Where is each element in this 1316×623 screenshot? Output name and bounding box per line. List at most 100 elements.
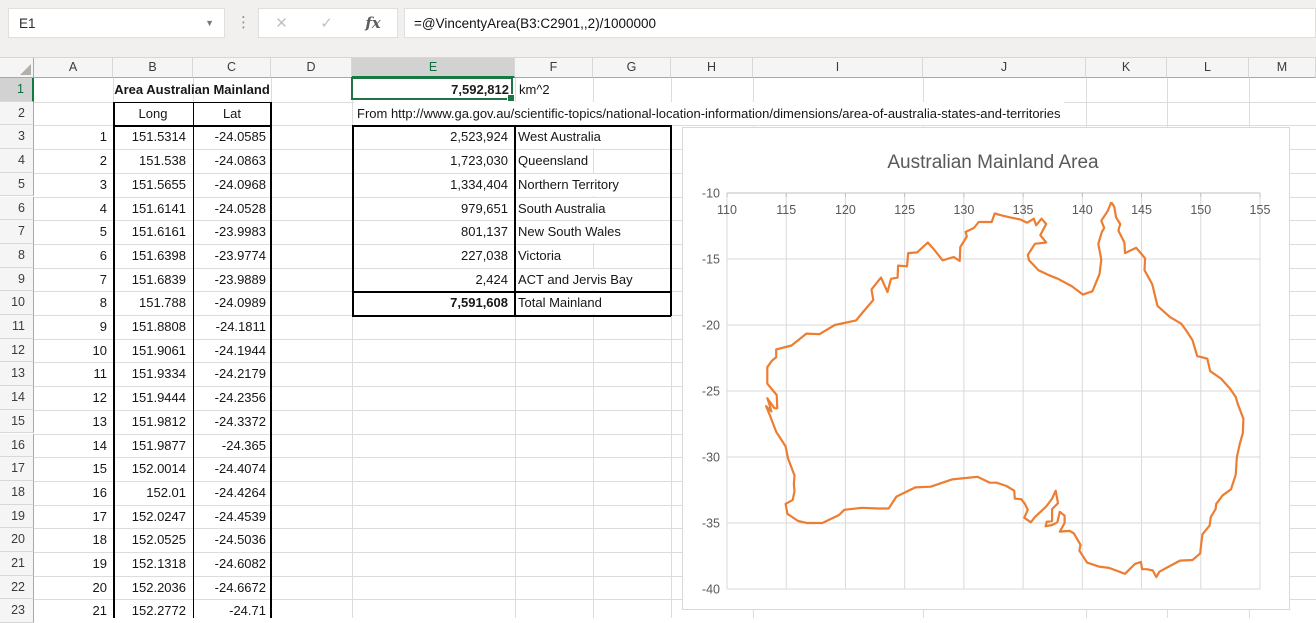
cell-a9-index[interactable]: 7 — [36, 268, 107, 292]
cell-c2-lat-header[interactable]: Lat — [193, 102, 271, 125]
cell-c14-lat[interactable]: -24.2356 — [195, 386, 266, 410]
name-box-dropdown-icon[interactable]: ▼ — [205, 18, 224, 28]
cell-a4-index[interactable]: 2 — [36, 149, 107, 173]
chart-series-coastline[interactable] — [766, 202, 1243, 577]
name-box[interactable]: E1 ▼ — [8, 8, 225, 38]
insert-function-icon[interactable]: fx — [365, 14, 380, 32]
formula-input[interactable]: =@VincentyArea(B3:C2901,,2)/1000000 — [404, 8, 1316, 38]
cell-c21-lat[interactable]: -24.6082 — [195, 552, 266, 576]
column-header-L[interactable]: L — [1167, 57, 1249, 78]
row-header-5[interactable]: 5 — [0, 173, 34, 197]
cell-c17-lat[interactable]: -24.4074 — [195, 457, 266, 481]
row-header-3[interactable]: 3 — [0, 125, 34, 149]
cell-e9-area-value[interactable]: 2,424 — [354, 268, 508, 292]
cell-f1-unit[interactable]: km^2 — [519, 78, 550, 101]
column-header-A[interactable]: A — [34, 57, 113, 78]
cell-b5-long[interactable]: 151.5655 — [115, 173, 186, 197]
row-header-7[interactable]: 7 — [0, 220, 34, 244]
cell-f8-area-label[interactable]: Victoria — [518, 245, 563, 267]
cell-f9-area-label[interactable]: ACT and Jervis Bay — [518, 269, 635, 291]
row-header-14[interactable]: 14 — [0, 386, 34, 410]
column-header-J[interactable]: J — [923, 57, 1086, 78]
cell-c20-lat[interactable]: -24.5036 — [195, 528, 266, 552]
cell-c23-lat[interactable]: -24.71 — [195, 599, 266, 623]
cell-c13-lat[interactable]: -24.2179 — [195, 362, 266, 386]
cancel-icon[interactable]: ✕ — [275, 14, 288, 32]
cell-f3-area-label[interactable]: West Australia — [518, 126, 603, 148]
row-header-15[interactable]: 15 — [0, 410, 34, 434]
cell-f10-area-label[interactable]: Total Mainland — [518, 292, 604, 314]
column-header-I[interactable]: I — [753, 57, 923, 78]
row-header-6[interactable]: 6 — [0, 197, 34, 221]
active-cell-selection[interactable] — [351, 77, 513, 100]
cell-c5-lat[interactable]: -24.0968 — [195, 173, 266, 197]
cell-a18-index[interactable]: 16 — [36, 481, 107, 505]
cell-b2-long-header[interactable]: Long — [113, 102, 193, 125]
cell-a16-index[interactable]: 14 — [36, 434, 107, 458]
embedded-chart[interactable]: 110115120125130135140145150155-10-15-20-… — [682, 127, 1290, 610]
cell-c6-lat[interactable]: -24.0528 — [195, 197, 266, 221]
column-header-E[interactable]: E — [352, 57, 515, 78]
row-header-17[interactable]: 17 — [0, 457, 34, 481]
cell-e10-area-value[interactable]: 7,591,608 — [354, 291, 508, 315]
column-header-B[interactable]: B — [113, 57, 193, 78]
cell-a20-index[interactable]: 18 — [36, 528, 107, 552]
cell-b13-long[interactable]: 151.9334 — [115, 362, 186, 386]
cell-e5-area-value[interactable]: 1,334,404 — [354, 173, 508, 197]
cell-b11-long[interactable]: 151.8808 — [115, 315, 186, 339]
cell-a17-index[interactable]: 15 — [36, 457, 107, 481]
cell-b1-title[interactable]: Area Australian Mainland — [113, 78, 271, 101]
row-header-8[interactable]: 8 — [0, 244, 34, 268]
cell-a21-index[interactable]: 19 — [36, 552, 107, 576]
cell-f6-area-label[interactable]: South Australia — [518, 198, 607, 220]
cell-b18-long[interactable]: 152.01 — [115, 481, 186, 505]
cell-a19-index[interactable]: 17 — [36, 505, 107, 529]
cell-c16-lat[interactable]: -24.365 — [195, 434, 266, 458]
cell-c7-lat[interactable]: -23.9983 — [195, 220, 266, 244]
cell-e3-area-value[interactable]: 2,523,924 — [354, 125, 508, 149]
column-header-H[interactable]: H — [671, 57, 753, 78]
cell-c10-lat[interactable]: -24.0989 — [195, 291, 266, 315]
cell-b10-long[interactable]: 151.788 — [115, 291, 186, 315]
row-header-11[interactable]: 11 — [0, 315, 34, 339]
cell-f5-area-label[interactable]: Northern Territory — [518, 174, 621, 196]
cell-a8-index[interactable]: 6 — [36, 244, 107, 268]
row-header-10[interactable]: 10 — [0, 291, 34, 315]
row-header-4[interactable]: 4 — [0, 149, 34, 173]
cell-e7-area-value[interactable]: 801,137 — [354, 220, 508, 244]
cell-c19-lat[interactable]: -24.4539 — [195, 505, 266, 529]
cell-a7-index[interactable]: 5 — [36, 220, 107, 244]
cell-c4-lat[interactable]: -24.0863 — [195, 149, 266, 173]
cell-a14-index[interactable]: 12 — [36, 386, 107, 410]
cell-b7-long[interactable]: 151.6161 — [115, 220, 186, 244]
cell-a13-index[interactable]: 11 — [36, 362, 107, 386]
cell-b6-long[interactable]: 151.6141 — [115, 197, 186, 221]
cell-b8-long[interactable]: 151.6398 — [115, 244, 186, 268]
cell-a23-index[interactable]: 21 — [36, 599, 107, 623]
select-all-corner[interactable] — [0, 57, 34, 78]
cell-f7-area-label[interactable]: New South Wales — [518, 221, 623, 243]
row-header-1[interactable]: 1 — [0, 78, 34, 102]
cell-b12-long[interactable]: 151.9061 — [115, 339, 186, 363]
cell-b15-long[interactable]: 151.9812 — [115, 410, 186, 434]
row-header-16[interactable]: 16 — [0, 434, 34, 458]
cell-c12-lat[interactable]: -24.1944 — [195, 339, 266, 363]
column-header-K[interactable]: K — [1086, 57, 1167, 78]
cell-c15-lat[interactable]: -24.3372 — [195, 410, 266, 434]
cell-a6-index[interactable]: 4 — [36, 197, 107, 221]
cell-c18-lat[interactable]: -24.4264 — [195, 481, 266, 505]
cell-a3-index[interactable]: 1 — [36, 125, 107, 149]
column-header-M[interactable]: M — [1249, 57, 1316, 78]
cell-a12-index[interactable]: 10 — [36, 339, 107, 363]
row-header-22[interactable]: 22 — [0, 576, 34, 600]
cell-a15-index[interactable]: 13 — [36, 410, 107, 434]
cell-e2-source-note[interactable]: From http://www.ga.gov.au/scientific-top… — [354, 102, 1064, 125]
column-header-C[interactable]: C — [193, 57, 271, 78]
column-header-G[interactable]: G — [593, 57, 671, 78]
cell-b17-long[interactable]: 152.0014 — [115, 457, 186, 481]
row-header-21[interactable]: 21 — [0, 552, 34, 576]
cell-a5-index[interactable]: 3 — [36, 173, 107, 197]
cell-b14-long[interactable]: 151.9444 — [115, 386, 186, 410]
row-header-12[interactable]: 12 — [0, 339, 34, 363]
row-header-2[interactable]: 2 — [0, 102, 34, 126]
